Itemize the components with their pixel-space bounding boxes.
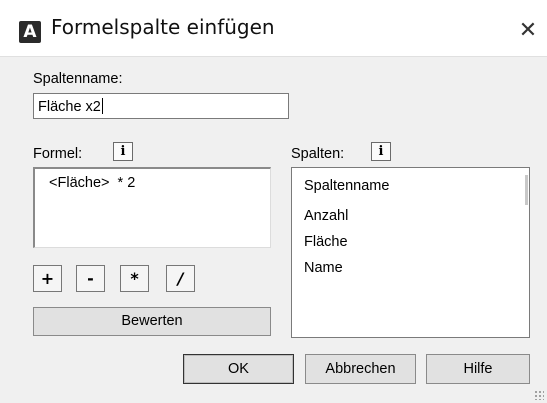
columns-label: Spalten: — [291, 146, 345, 162]
list-item[interactable]: Fläche — [304, 234, 348, 250]
multiply-button[interactable]: * — [120, 265, 149, 292]
divide-button[interactable]: / — [166, 265, 195, 292]
list-item[interactable]: Name — [304, 260, 343, 276]
formula-label: Formel: — [33, 146, 83, 162]
formula-info-icon[interactable]: i — [113, 142, 133, 161]
list-item[interactable]: Spaltenname — [304, 178, 389, 194]
title-bar: A Formelspalte einfügen ✕ — [0, 0, 547, 57]
close-icon[interactable]: ✕ — [515, 18, 541, 44]
evaluate-button[interactable]: Bewerten — [33, 307, 271, 336]
text-caret — [101, 98, 103, 114]
help-button[interactable]: Hilfe — [426, 354, 530, 384]
list-item[interactable]: Anzahl — [304, 208, 348, 224]
columns-info-icon[interactable]: i — [371, 142, 391, 161]
ok-button[interactable]: OK — [183, 354, 294, 384]
plus-button[interactable]: + — [33, 265, 62, 292]
app-icon: A — [19, 21, 41, 43]
formula-input[interactable]: <Fläche> * 2 — [33, 167, 271, 248]
cancel-button[interactable]: Abbrechen — [305, 354, 416, 384]
resize-grip-icon[interactable] — [534, 390, 544, 400]
formula-text: <Fläche> * 2 — [45, 175, 136, 191]
minus-button[interactable]: - — [76, 265, 105, 292]
scrollbar-thumb[interactable] — [525, 175, 528, 205]
column-name-input[interactable]: Fläche x2 — [33, 93, 289, 119]
column-name-label: Spaltenname: — [33, 71, 123, 87]
column-name-value: Fläche x2 — [38, 99, 101, 115]
columns-list[interactable]: Spaltenname Anzahl Fläche Name — [291, 167, 530, 338]
dialog-title: Formelspalte einfügen — [51, 15, 275, 39]
